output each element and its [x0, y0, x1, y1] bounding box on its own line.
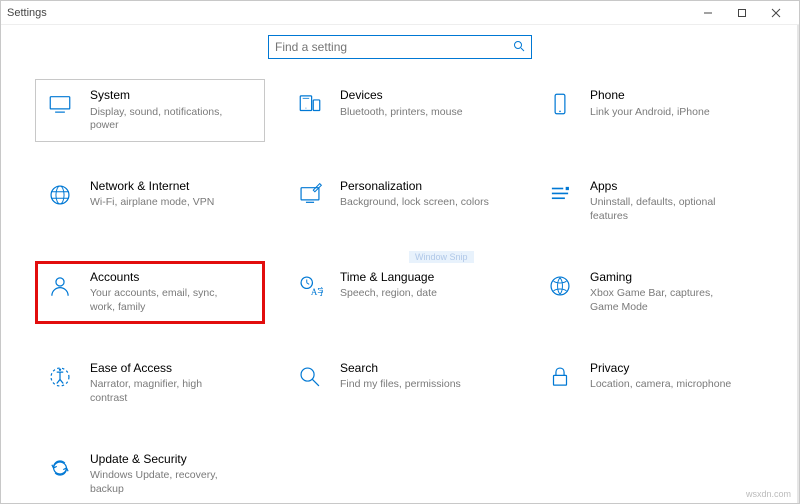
tile-gaming[interactable]: Gaming Xbox Game Bar, captures, Game Mod… — [535, 261, 765, 324]
tile-desc: Uninstall, defaults, optional features — [590, 196, 740, 223]
tile-devices[interactable]: Devices Bluetooth, printers, mouse — [285, 79, 515, 142]
window-title: Settings — [7, 7, 691, 19]
settings-window: Settings — [0, 0, 800, 504]
tile-desc: Link your Android, iPhone — [590, 106, 710, 120]
tile-desc: Location, camera, microphone — [590, 378, 731, 392]
tile-desc: Xbox Game Bar, captures, Game Mode — [590, 287, 740, 314]
tile-label: Network & Internet — [90, 179, 214, 195]
tile-network[interactable]: Network & Internet Wi-Fi, airplane mode,… — [35, 170, 265, 233]
tile-time-language[interactable]: A字 Time & Language Speech, region, date — [285, 261, 515, 324]
search-icon — [513, 40, 525, 55]
phone-icon — [546, 90, 574, 118]
tile-label: Search — [340, 361, 461, 377]
devices-icon — [296, 90, 324, 118]
tile-desc: Narrator, magnifier, high contrast — [90, 378, 240, 405]
tile-desc: Your accounts, email, sync, work, family — [90, 287, 240, 314]
gaming-icon — [546, 272, 574, 300]
tile-label: Apps — [590, 179, 740, 195]
tile-accounts[interactable]: Accounts Your accounts, email, sync, wor… — [35, 261, 265, 324]
maximize-button[interactable] — [725, 2, 759, 24]
ease-of-access-icon — [46, 363, 74, 391]
settings-grid: System Display, sound, notifications, po… — [21, 79, 779, 503]
accounts-icon — [46, 272, 74, 300]
tile-personalization[interactable]: Personalization Background, lock screen,… — [285, 170, 515, 233]
search-container — [21, 35, 779, 59]
search-input[interactable] — [275, 40, 513, 54]
tile-label: Phone — [590, 88, 710, 104]
time-language-icon: A字 — [296, 272, 324, 300]
apps-icon — [546, 181, 574, 209]
tile-desc: Find my files, permissions — [340, 378, 461, 392]
titlebar: Settings — [1, 1, 799, 25]
tile-label: Time & Language — [340, 270, 437, 286]
tile-label: System — [90, 88, 240, 104]
tile-desc: Wi-Fi, airplane mode, VPN — [90, 196, 214, 210]
search-tile-icon — [296, 363, 324, 391]
scrollbar-track[interactable] — [797, 25, 799, 503]
tile-ease-of-access[interactable]: Ease of Access Narrator, magnifier, high… — [35, 352, 265, 415]
minimize-icon — [703, 8, 713, 18]
tile-privacy[interactable]: Privacy Location, camera, microphone — [535, 352, 765, 415]
svg-text:A字: A字 — [311, 286, 323, 297]
update-security-icon — [46, 454, 74, 482]
tile-desc: Speech, region, date — [340, 287, 437, 301]
close-button[interactable] — [759, 2, 793, 24]
network-icon — [46, 181, 74, 209]
tile-label: Privacy — [590, 361, 731, 377]
window-controls — [691, 2, 793, 24]
tile-label: Update & Security — [90, 452, 240, 468]
personalization-icon — [296, 181, 324, 209]
search-box[interactable] — [268, 35, 532, 59]
close-icon — [771, 8, 781, 18]
tile-system[interactable]: System Display, sound, notifications, po… — [35, 79, 265, 142]
maximize-icon — [737, 8, 747, 18]
tile-apps[interactable]: Apps Uninstall, defaults, optional featu… — [535, 170, 765, 233]
tile-phone[interactable]: Phone Link your Android, iPhone — [535, 79, 765, 142]
tile-search[interactable]: Search Find my files, permissions — [285, 352, 515, 415]
tile-desc: Background, lock screen, colors — [340, 196, 489, 210]
tile-update-security[interactable]: Update & Security Windows Update, recove… — [35, 443, 265, 504]
tile-label: Devices — [340, 88, 463, 104]
privacy-icon — [546, 363, 574, 391]
tile-label: Accounts — [90, 270, 240, 286]
content-area: System Display, sound, notifications, po… — [1, 25, 799, 503]
tile-desc: Windows Update, recovery, backup — [90, 469, 240, 496]
tile-label: Gaming — [590, 270, 740, 286]
tile-desc: Bluetooth, printers, mouse — [340, 106, 463, 120]
minimize-button[interactable] — [691, 2, 725, 24]
tile-desc: Display, sound, notifications, power — [90, 106, 240, 133]
watermark: wsxdn.com — [746, 489, 791, 499]
tile-label: Personalization — [340, 179, 489, 195]
snip-hint: Window Snip — [409, 251, 474, 263]
tile-label: Ease of Access — [90, 361, 240, 377]
system-icon — [46, 90, 74, 118]
